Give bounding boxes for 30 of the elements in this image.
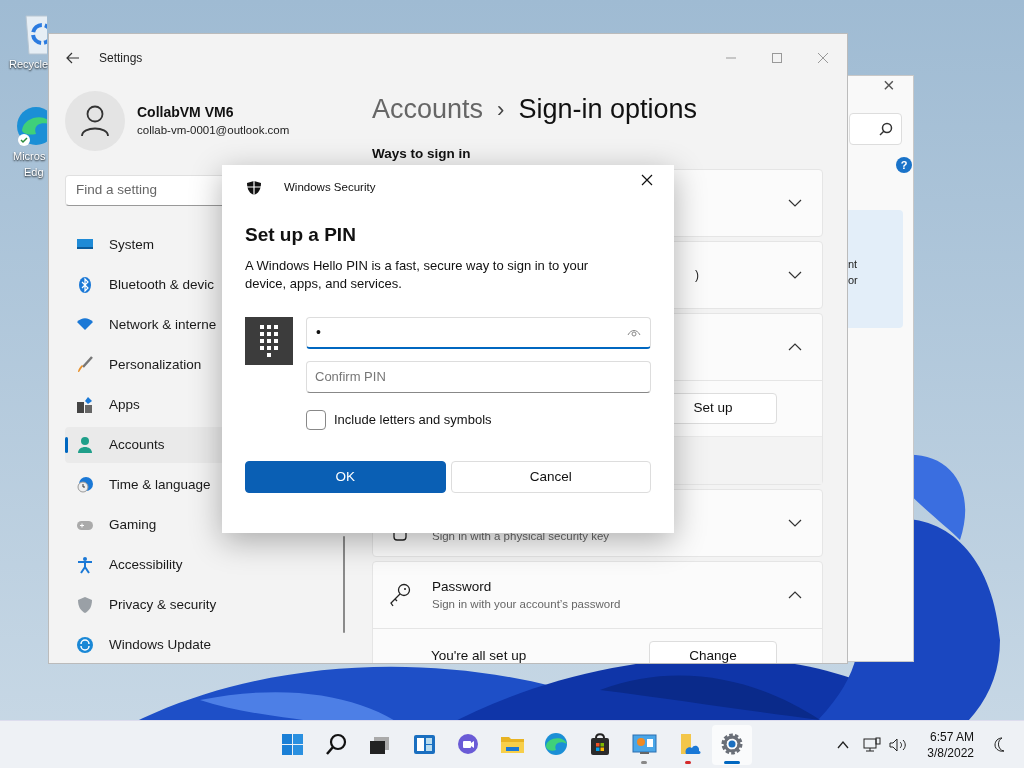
confirm-pin-field[interactable]: Confirm PIN <box>306 361 651 393</box>
clock-date[interactable]: 3/8/2022 <box>927 744 974 761</box>
action-button[interactable]: Change <box>649 641 777 663</box>
panel-text: nt <box>848 257 859 272</box>
ok-button[interactable]: OK <box>245 461 446 493</box>
pin-field[interactable]: • <box>306 317 651 349</box>
user-name: CollabVM VM6 <box>137 103 235 121</box>
dialog-description: A Windows Hello PIN is a fast, secure way to sign in to your device, apps, and services. <box>245 257 590 293</box>
nav-item[interactable]: Windows Update <box>65 627 361 663</box>
window-title: Settings <box>99 50 143 67</box>
close-button[interactable]: × <box>883 76 895 94</box>
checkbox-label: Include letters and symbols <box>334 411 492 430</box>
icon-label: Recycle <box>9 57 49 72</box>
dialog-title: Set up a PIN <box>245 223 357 247</box>
breadcrumb-separator: › <box>497 95 505 124</box>
nav-item[interactable]: Accessibility <box>65 547 361 583</box>
section-heading: Ways to sign in <box>372 145 472 163</box>
icon-label: Edg <box>24 165 44 180</box>
card-title: Password <box>432 578 493 596</box>
nav-item[interactable]: Privacy & security <box>65 587 361 623</box>
user-email: collab-vm-0001@outlook.com <box>137 123 290 138</box>
card-text: ) <box>695 267 699 284</box>
clock-time[interactable]: 6:57 AM <box>929 728 974 745</box>
row-label: You're all set up <box>431 647 527 663</box>
cancel-button[interactable]: Cancel <box>450 461 651 493</box>
card-subtitle: Sign in with your account’s password <box>432 597 621 612</box>
page-title: Sign-in options <box>518 92 697 126</box>
breadcrumb-link[interactable]: Accounts <box>372 88 484 130</box>
icon-label: Micros <box>13 149 46 164</box>
panel-text: or <box>848 273 859 288</box>
